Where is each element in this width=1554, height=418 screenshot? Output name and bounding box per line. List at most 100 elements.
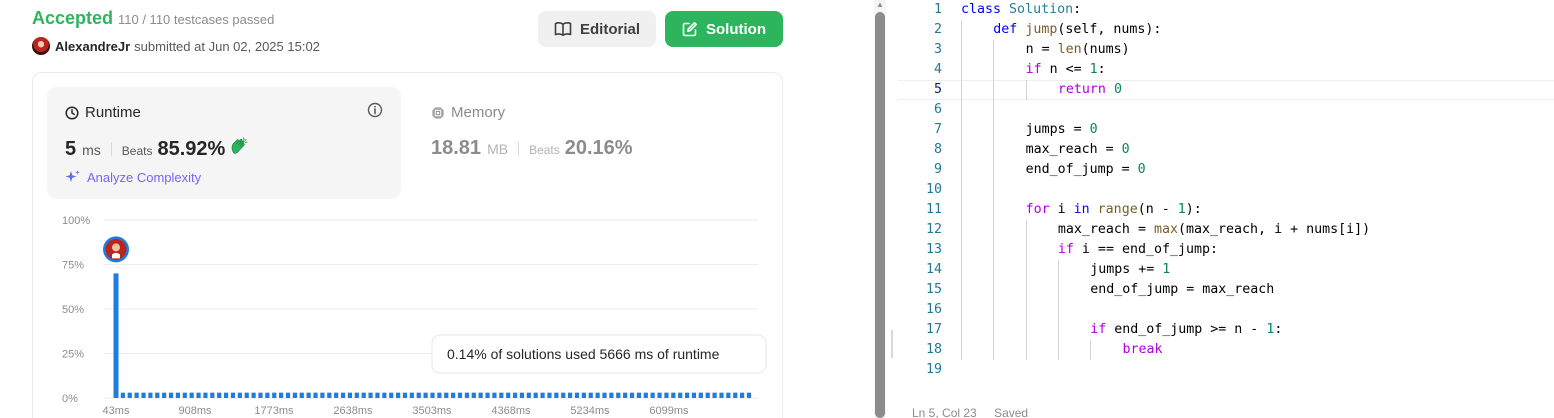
line-number: 13 bbox=[925, 242, 942, 257]
chart-bar bbox=[506, 392, 511, 398]
code-line[interactable]: 12 max_reach = max(max_reach, i + nums[i]… bbox=[898, 220, 1554, 240]
chart-bar bbox=[251, 392, 256, 398]
y-tick-label: 50% bbox=[62, 304, 84, 316]
chart-bar bbox=[457, 392, 463, 398]
chart-bar bbox=[223, 392, 229, 398]
chart-bar bbox=[602, 392, 607, 398]
code-text[interactable]: break bbox=[1123, 340, 1163, 360]
code-line[interactable]: 13 if i == end_of_jump: bbox=[898, 240, 1554, 260]
chart-bar bbox=[423, 392, 428, 398]
code-line[interactable]: 6 bbox=[898, 100, 1554, 120]
code-line[interactable]: 19 bbox=[898, 360, 1554, 380]
scroll-thumb[interactable] bbox=[875, 12, 885, 418]
code-line[interactable]: 5 return 0 bbox=[898, 80, 1554, 100]
line-number: 2 bbox=[933, 22, 942, 37]
chart-bar bbox=[402, 392, 408, 398]
chart-bar bbox=[120, 392, 125, 398]
code-text[interactable]: jumps += 1 bbox=[1090, 260, 1170, 280]
line-number: 17 bbox=[925, 322, 942, 337]
chart-bar bbox=[265, 392, 270, 398]
chart-bar bbox=[389, 392, 394, 398]
scroll-up-arrow-icon[interactable]: ▲ bbox=[875, 0, 885, 10]
code-line[interactable]: 4 if n <= 1: bbox=[898, 60, 1554, 80]
code-line[interactable]: 9 end_of_jump = 0 bbox=[898, 160, 1554, 180]
splitter-grip[interactable] bbox=[891, 330, 893, 358]
chart-bar bbox=[237, 392, 242, 398]
code-line[interactable]: 1 class Solution: bbox=[898, 0, 1554, 20]
chart-bar bbox=[182, 392, 187, 398]
chart-bar bbox=[547, 392, 552, 398]
x-tick-label: 5234ms bbox=[570, 405, 610, 417]
chart-bar bbox=[327, 392, 332, 398]
code-line[interactable]: 16 bbox=[898, 300, 1554, 320]
chart-bar bbox=[347, 392, 353, 398]
chart-bar bbox=[334, 392, 339, 398]
code-text[interactable]: if n <= 1: bbox=[1026, 60, 1106, 80]
chart-bar bbox=[162, 392, 167, 398]
chart-bar bbox=[740, 392, 745, 398]
code-text[interactable]: return 0 bbox=[1058, 81, 1122, 99]
code-line[interactable]: 3 n = len(nums) bbox=[898, 40, 1554, 60]
chart-bar bbox=[485, 392, 490, 398]
code-line[interactable]: 2 def jump(self, nums): bbox=[898, 20, 1554, 40]
code-text[interactable]: if end_of_jump >= n - 1: bbox=[1090, 320, 1282, 340]
chart-bar bbox=[320, 392, 325, 398]
chart-bar bbox=[203, 392, 208, 398]
chart-bar bbox=[643, 392, 648, 398]
chart-bar bbox=[678, 392, 683, 398]
x-tick-label: 6099ms bbox=[649, 405, 689, 417]
code-line[interactable]: 18 break bbox=[898, 340, 1554, 360]
code-text[interactable]: class Solution: bbox=[961, 0, 1081, 20]
code-text[interactable]: jumps = 0 bbox=[1026, 120, 1098, 140]
code-line[interactable]: 11 for i in range(n - 1): bbox=[898, 200, 1554, 220]
chart-bar bbox=[196, 392, 201, 398]
code-text[interactable]: end_of_jump = max_reach bbox=[1090, 280, 1274, 300]
chart-bar bbox=[210, 392, 215, 398]
line-number: 19 bbox=[925, 362, 942, 377]
chart-bar bbox=[368, 392, 373, 398]
chart-bar bbox=[595, 392, 600, 398]
chart-bar bbox=[623, 392, 628, 398]
chart-bar bbox=[581, 392, 586, 398]
line-number: 16 bbox=[925, 302, 942, 317]
line-number: 1 bbox=[933, 2, 942, 17]
chart-bar bbox=[588, 392, 593, 398]
panel-scrollbar[interactable]: ▲ bbox=[874, 0, 886, 418]
y-tick-label: 0% bbox=[62, 393, 78, 405]
code-text[interactable]: max_reach = 0 bbox=[1026, 140, 1130, 160]
code-text[interactable]: n = len(nums) bbox=[1026, 40, 1130, 60]
code-line[interactable]: 14 jumps += 1 bbox=[898, 260, 1554, 280]
code-text[interactable]: for i in range(n - 1): bbox=[1026, 200, 1202, 220]
chart-bar bbox=[478, 392, 483, 398]
panel-splitter[interactable] bbox=[886, 0, 898, 418]
line-number: 18 bbox=[925, 342, 942, 357]
y-tick-label: 75% bbox=[62, 260, 84, 272]
chart-bar bbox=[134, 392, 139, 398]
indent-guide bbox=[1057, 260, 1059, 360]
code-line[interactable]: 7 jumps = 0 bbox=[898, 120, 1554, 140]
line-number: 7 bbox=[933, 122, 942, 137]
line-number: 9 bbox=[933, 162, 942, 177]
save-status: Saved bbox=[994, 406, 1029, 418]
x-tick-label: 3503ms bbox=[412, 405, 452, 417]
runtime-distribution-chart[interactable]: 100% 75% 50% 25% 0% 43ms 908ms 1773ms 2638ms 3503… bbox=[0, 0, 874, 418]
chart-bar bbox=[519, 392, 525, 398]
code-text[interactable]: max_reach = max(max_reach, i + nums[i]) bbox=[1058, 220, 1370, 240]
code-text[interactable]: end_of_jump = 0 bbox=[1026, 160, 1146, 180]
code-line[interactable]: 10 bbox=[898, 180, 1554, 200]
chart-bar bbox=[691, 392, 697, 398]
cursor-position: Ln 5, Col 23 bbox=[912, 406, 977, 418]
chart-bar bbox=[540, 392, 545, 398]
code-line[interactable]: 15 end_of_jump = max_reach bbox=[898, 280, 1554, 300]
chart-bar bbox=[272, 392, 277, 398]
chart-bar bbox=[148, 392, 153, 398]
chart-bar bbox=[168, 392, 174, 398]
code-text[interactable]: if i == end_of_jump: bbox=[1058, 240, 1218, 260]
chart-bar bbox=[444, 392, 449, 398]
code-editor[interactable]: 1 class Solution: 2 def jump(self, nums): 3 n… bbox=[898, 0, 1554, 418]
user-marker-face bbox=[112, 243, 120, 252]
chart-bar bbox=[382, 392, 387, 398]
code-line[interactable]: 17 if end_of_jump >= n - 1: bbox=[898, 320, 1554, 340]
code-line[interactable]: 8 max_reach = 0 bbox=[898, 140, 1554, 160]
code-text[interactable]: def jump(self, nums): bbox=[993, 20, 1161, 40]
